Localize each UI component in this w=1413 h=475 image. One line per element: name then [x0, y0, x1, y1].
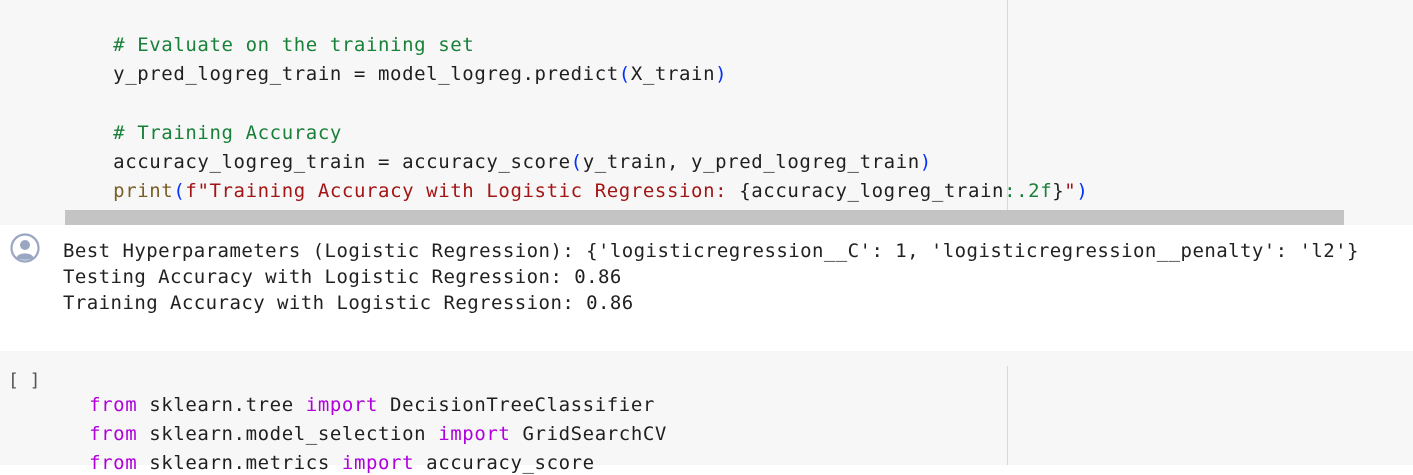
- user-avatar-icon: [10, 233, 40, 263]
- code-line-3[interactable]: from sklearn.metrics import accuracy_sco…: [65, 427, 595, 474]
- code-token: ): [1076, 180, 1089, 202]
- code-token: (: [618, 63, 631, 85]
- code-line-4[interactable]: # Training Accuracy: [65, 97, 342, 144]
- code-token: (: [173, 180, 186, 202]
- run-cell-button[interactable]: [ ]: [8, 369, 41, 393]
- code-line-2[interactable]: from sklearn.model_selection import Grid…: [65, 398, 667, 445]
- code-token: import: [341, 452, 415, 474]
- output-line: Best Hyperparameters (Logistic Regressio…: [63, 240, 1359, 262]
- code-token: from: [89, 452, 138, 474]
- output-line: Training Accuracy with Logistic Regressi…: [63, 292, 634, 314]
- line-length-ruler: [1007, 366, 1008, 465]
- code-token: ": [1064, 180, 1077, 202]
- horizontal-scrollbar[interactable]: [65, 210, 1344, 225]
- code-token: sklearn.metrics: [137, 452, 342, 474]
- output-line: Testing Accuracy with Logistic Regressio…: [63, 266, 622, 288]
- code-token: accuracy_logreg_train: [751, 180, 1005, 202]
- code-line-1[interactable]: from sklearn.tree import DecisionTreeCla…: [65, 369, 655, 416]
- code-token: ): [715, 63, 728, 85]
- code-token: }: [1052, 180, 1065, 202]
- code-token: :.2f: [1004, 180, 1053, 202]
- code-token: {: [739, 180, 752, 202]
- code-line-6[interactable]: print(f"Training Accuracy with Logistic …: [65, 155, 1088, 202]
- code-token: accuracy_score: [414, 452, 595, 474]
- code-token: f"Training Accuracy with Logistic Regres…: [185, 180, 740, 202]
- code-line-1[interactable]: # Evaluate on the training set: [65, 9, 474, 56]
- code-token: print: [113, 180, 174, 202]
- code-token: X_train: [630, 63, 716, 85]
- code-cell-1[interactable]: # Evaluate on the training set y_pred_lo…: [0, 0, 1413, 225]
- code-line-5[interactable]: accuracy_logreg_train = accuracy_score(y…: [65, 126, 932, 173]
- code-token: y_pred_logreg_train = model_logreg.predi…: [113, 63, 619, 85]
- code-line-2[interactable]: y_pred_logreg_train = model_logreg.predi…: [65, 38, 727, 85]
